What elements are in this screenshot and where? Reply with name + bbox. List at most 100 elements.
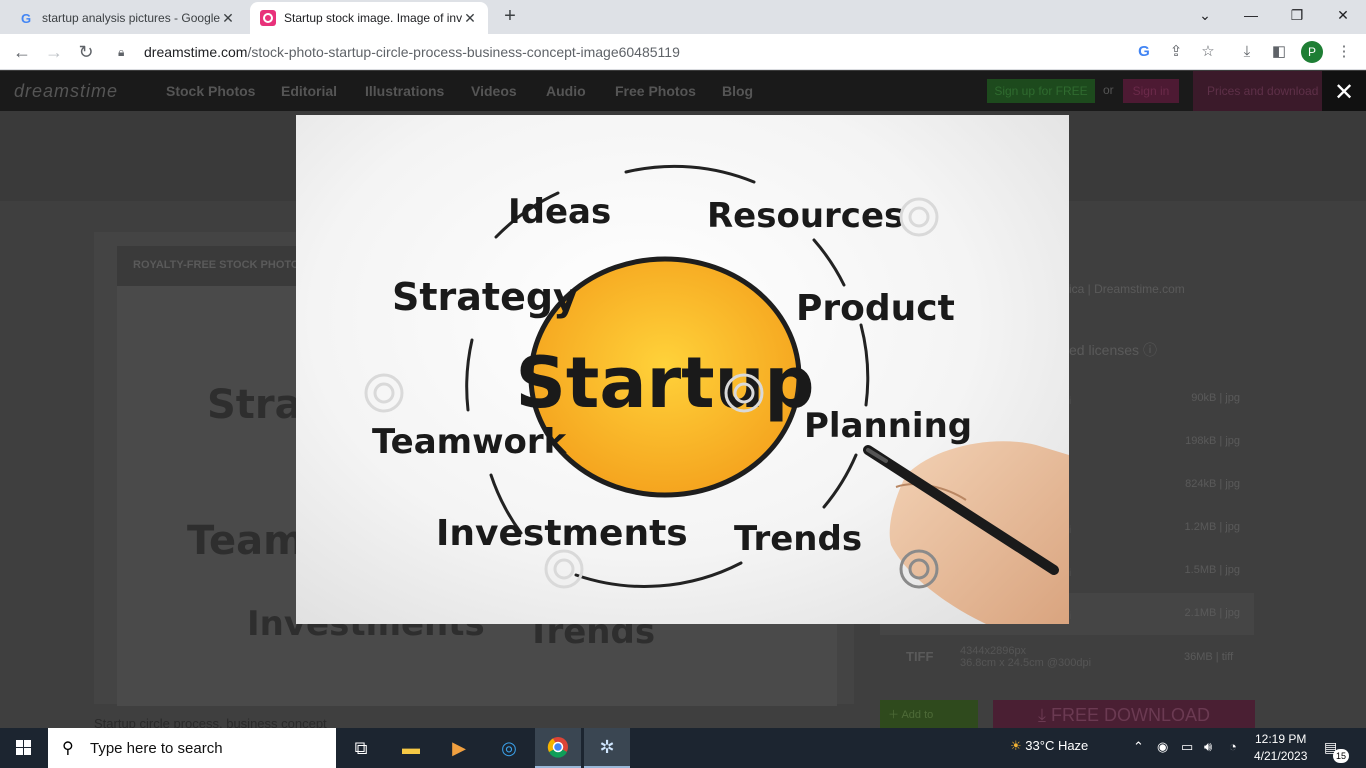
- share-icon[interactable]: ⇪: [1166, 42, 1186, 62]
- task-view-icon[interactable]: ⧉: [338, 728, 384, 768]
- license-size: 90kB | jpg: [1191, 392, 1240, 404]
- notification-count: 15: [1333, 749, 1349, 763]
- tiff-px: 4344x2896px: [960, 645, 1027, 657]
- nav-blog[interactable]: Blog: [722, 83, 753, 99]
- label-strategy: Strategy: [392, 275, 578, 319]
- bookmark-star-icon[interactable]: ☆: [1198, 42, 1218, 62]
- licenses-heading: ed licenses ⓘ: [1069, 340, 1157, 360]
- lock-icon: 🔒︎: [118, 44, 125, 59]
- file-explorer-icon[interactable]: ▬: [388, 728, 434, 768]
- side-panel-icon[interactable]: ◧: [1269, 42, 1289, 62]
- taskbar-search[interactable]: ⚲ Type here to search: [48, 728, 336, 768]
- license-size: 2.1MB | jpg: [1184, 607, 1240, 619]
- license-size: 1.2MB | jpg: [1184, 521, 1240, 533]
- license-size: 824kB | jpg: [1185, 478, 1240, 490]
- free-download-button[interactable]: ⤓ FREE DOWNLOAD: [993, 700, 1255, 728]
- add-label: Add to: [901, 709, 934, 721]
- nav-audio[interactable]: Audio: [546, 83, 586, 99]
- site-nav: dreamstime Stock Photos Editorial Illust…: [0, 71, 1366, 111]
- restore-icon[interactable]: ❐: [1274, 0, 1320, 30]
- volume-icon[interactable]: 🔊︎: [1204, 739, 1212, 755]
- tab-google-search[interactable]: G startup analysis pictures - Google ✕: [8, 2, 246, 34]
- snipping-tool-icon[interactable]: ✲: [584, 728, 630, 768]
- close-tab-icon[interactable]: ✕: [220, 10, 236, 27]
- plus-icon: ＋: [888, 709, 902, 721]
- nav-stock-photos[interactable]: Stock Photos: [166, 83, 255, 99]
- license-size: 198kB | jpg: [1185, 435, 1240, 447]
- forward-icon[interactable]: →: [42, 40, 66, 64]
- url-domain: dreamstime.com: [144, 44, 248, 60]
- dreamstime-logo[interactable]: dreamstime: [14, 81, 118, 102]
- media-player-icon[interactable]: ▶: [436, 728, 482, 768]
- hand-with-pen: [863, 441, 1069, 624]
- nav-videos[interactable]: Videos: [471, 83, 517, 99]
- or-text: or: [1103, 83, 1114, 97]
- royalty-free-label: ROYALTY-FREE STOCK PHOTO: [117, 246, 307, 286]
- tiff-size: 36MB | tiff: [1184, 651, 1234, 663]
- license-size: 1.5MB | jpg: [1184, 564, 1240, 576]
- menu-icon[interactable]: ⋮: [1334, 42, 1354, 62]
- system-clock[interactable]: 12:19 PM 4/21/2023: [1254, 731, 1307, 765]
- licenses-text: ed licenses: [1069, 342, 1140, 358]
- label-ideas: Ideas: [508, 192, 611, 232]
- back-icon[interactable]: ←: [10, 40, 34, 64]
- url-path: /stock-photo-startup-circle-process-busi…: [247, 44, 680, 60]
- browser-toolbar: ← → ↻ 🔒︎ dreamstime.com/stock-photo-star…: [0, 34, 1366, 70]
- wifi-icon[interactable]: ◔: [1229, 739, 1237, 754]
- windows-logo-icon: [16, 740, 31, 755]
- tiff-dimensions: 4344x2896px 36.8cm x 24.5cm @300dpi: [960, 645, 1091, 669]
- add-to-lightbox-button[interactable]: ＋ Add to: [880, 700, 978, 728]
- label-investments: Investments: [436, 513, 688, 554]
- download-icon[interactable]: ⤓: [1237, 42, 1257, 62]
- nav-illustrations[interactable]: Illustrations: [365, 83, 444, 99]
- google-icon: G: [20, 10, 32, 26]
- minimize-icon[interactable]: —: [1228, 0, 1274, 30]
- weather-text: 33°C Haze: [1025, 738, 1089, 753]
- free-download-label: FREE DOWNLOAD: [1050, 705, 1210, 725]
- lightbox-close-icon[interactable]: ✕: [1322, 71, 1366, 115]
- label-teamwork: Teamwork: [372, 422, 568, 462]
- meet-now-icon[interactable]: ◉: [1157, 739, 1168, 755]
- nav-editorial[interactable]: Editorial: [281, 83, 337, 99]
- app-icon[interactable]: ◎: [486, 728, 532, 768]
- tab-dreamstime[interactable]: Startup stock image. Image of inv ✕: [250, 2, 488, 34]
- search-placeholder: Type here to search: [90, 739, 223, 757]
- lightbox-image[interactable]: Startup Ideas Resources Strategy Product…: [296, 115, 1069, 624]
- window-close-icon[interactable]: ✕: [1320, 0, 1366, 30]
- search-icon: ⚲: [62, 740, 74, 757]
- close-tab-icon[interactable]: ✕: [462, 10, 478, 27]
- battery-icon[interactable]: ▭: [1181, 739, 1193, 755]
- startup-illustration: Startup Ideas Resources Strategy Product…: [364, 164, 1069, 624]
- profile-avatar[interactable]: P: [1301, 41, 1323, 63]
- download-arrow-icon: ⤓: [1038, 705, 1051, 725]
- signin-button[interactable]: Sign in: [1123, 79, 1179, 103]
- label-resources: Resources: [707, 196, 904, 236]
- tiff-label: TIFF: [906, 649, 934, 664]
- address-bar[interactable]: 🔒︎ dreamstime.com/stock-photo-startup-ci…: [108, 38, 1228, 66]
- tab-title: Startup stock image. Image of inv: [284, 11, 462, 25]
- signup-button[interactable]: Sign up for FREE: [987, 79, 1095, 103]
- tiff-cm: 36.8cm x 24.5cm @300dpi: [960, 657, 1092, 669]
- clock-date: 4/21/2023: [1254, 749, 1308, 763]
- windows-taskbar: ⚲ Type here to search ⧉ ▬ ▶ ◎ ✲ ☀ 33°C H…: [0, 728, 1366, 768]
- center-label: Startup: [515, 342, 814, 424]
- google-lens-icon[interactable]: G: [1134, 42, 1154, 62]
- clock-time: 12:19 PM: [1255, 732, 1307, 746]
- nav-free-photos[interactable]: Free Photos: [615, 83, 696, 99]
- haze-icon: ☀: [1010, 738, 1026, 753]
- label-trends: Trends: [734, 519, 862, 559]
- tab-strip: G startup analysis pictures - Google ✕ S…: [0, 0, 1366, 34]
- label-product: Product: [796, 288, 955, 329]
- reload-icon[interactable]: ↻: [74, 40, 98, 64]
- tab-title: startup analysis pictures - Google: [42, 11, 220, 25]
- windows-start-button[interactable]: [0, 728, 48, 768]
- help-icon[interactable]: ⓘ: [1143, 342, 1157, 358]
- new-tab-icon[interactable]: +: [498, 5, 522, 29]
- show-hidden-icons-icon[interactable]: ⌃: [1133, 739, 1144, 755]
- label-planning: Planning: [804, 406, 972, 446]
- credit-text: ica | Dreamstime.com: [1069, 282, 1185, 296]
- weather-widget[interactable]: ☀ 33°C Haze: [1010, 738, 1088, 754]
- tab-search-icon[interactable]: ⌄: [1182, 0, 1228, 30]
- chrome-icon[interactable]: [535, 728, 581, 768]
- dreamstime-icon: [260, 10, 276, 26]
